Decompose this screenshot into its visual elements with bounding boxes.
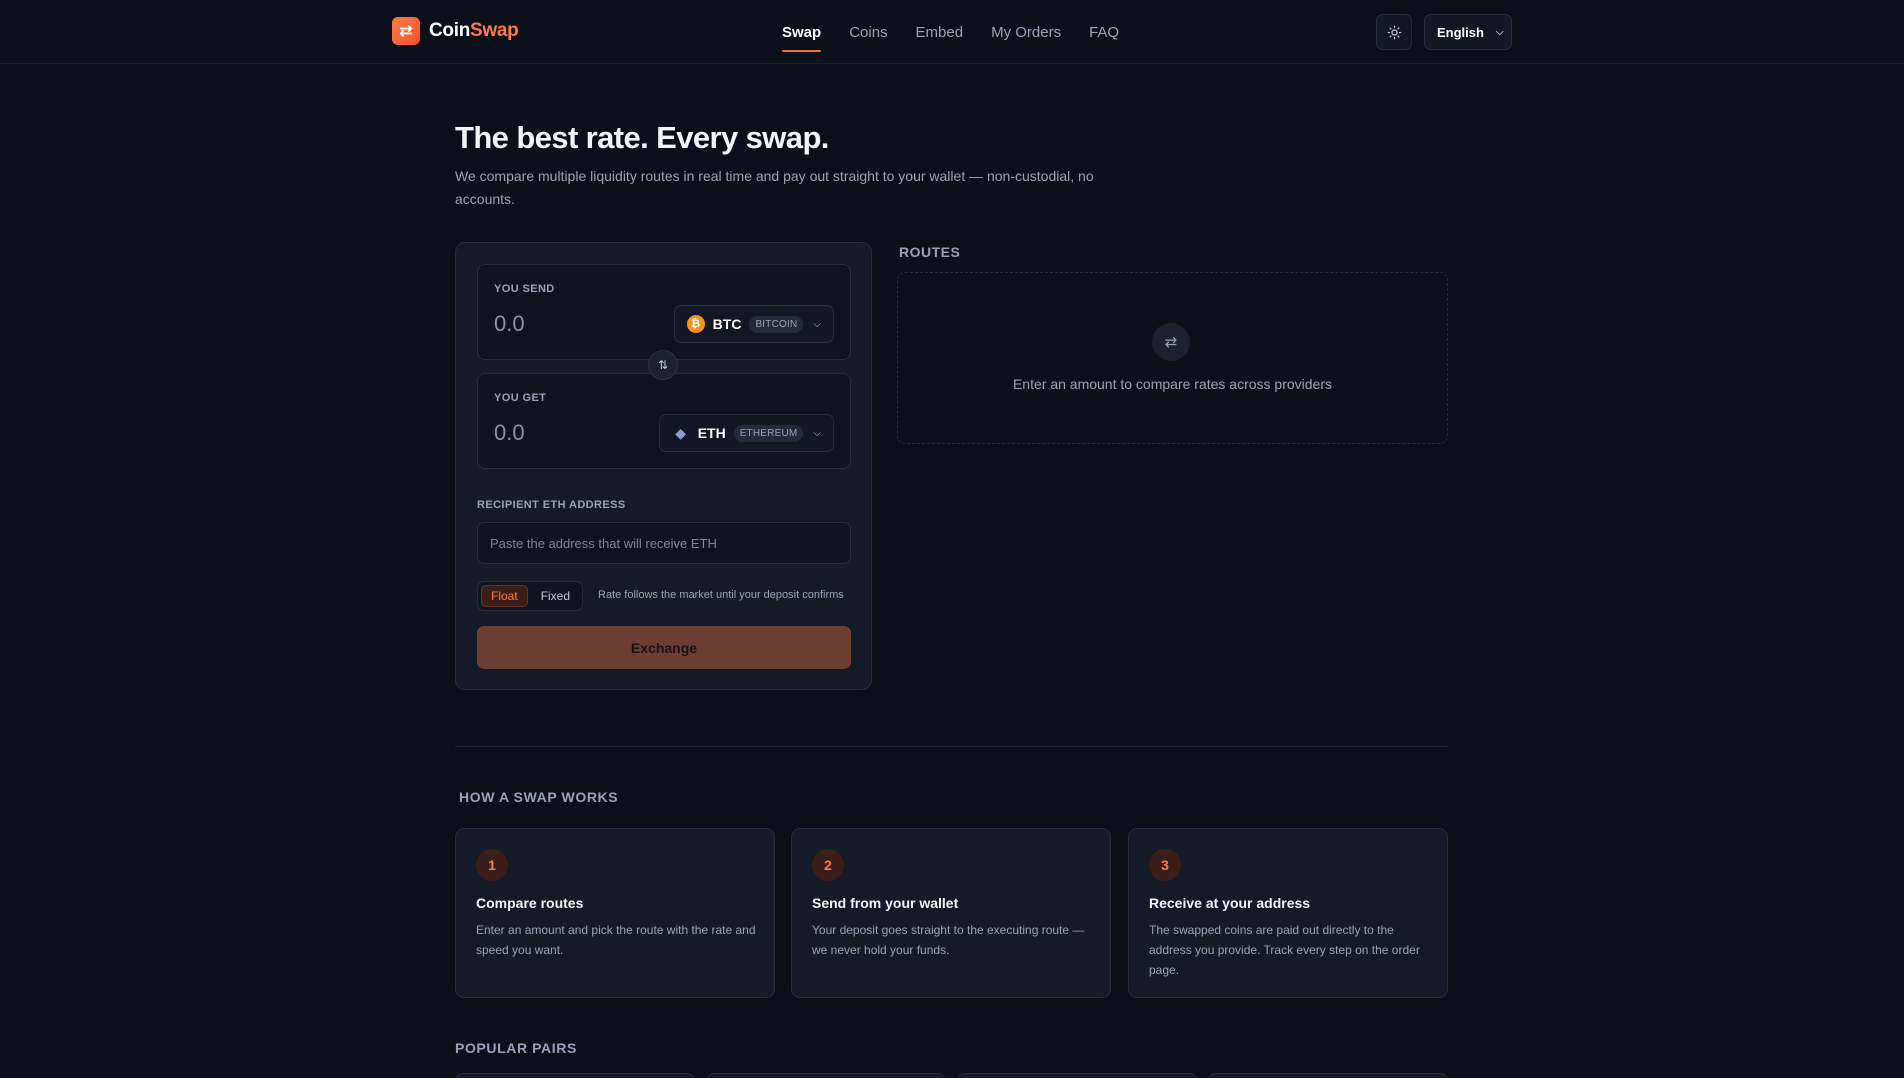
chevron-down-icon: ⌵	[1495, 26, 1504, 38]
pair-card[interactable]	[957, 1073, 1197, 1078]
logo[interactable]: ⇄ CoinSwap	[392, 17, 519, 45]
theme-toggle-button[interactable]	[1376, 14, 1412, 50]
swap-arrows-icon: ⇄	[1152, 323, 1190, 361]
top-bar: ⇄ CoinSwap Swap Coins Embed My Orders FA…	[0, 0, 1904, 64]
popular-pairs-title: POPULAR PAIRS	[455, 1040, 577, 1056]
step-title: Compare routes	[476, 895, 584, 911]
language-label: English	[1437, 24, 1484, 40]
step-card: 3 Receive at your address The swapped co…	[1128, 828, 1448, 998]
step-number: 3	[1149, 849, 1181, 881]
bitcoin-icon: ₿	[686, 315, 705, 333]
language-select[interactable]: English ⌵	[1424, 14, 1512, 50]
step-card: 1 Compare routes Enter an amount and pic…	[455, 828, 775, 998]
send-label: YOU SEND	[494, 283, 555, 295]
exchange-button[interactable]: Exchange	[477, 626, 851, 669]
nav-faq[interactable]: FAQ	[1089, 0, 1119, 64]
pair-card[interactable]	[455, 1073, 695, 1078]
step-title: Send from your wallet	[812, 895, 959, 911]
pair-card[interactable]	[1208, 1073, 1448, 1078]
routes-empty-text: Enter an amount to compare rates across …	[1012, 376, 1333, 392]
step-number: 2	[812, 849, 844, 881]
nav-my-orders[interactable]: My Orders	[991, 0, 1061, 64]
swap-arrows-icon: ⇄	[392, 17, 420, 45]
send-amount-input[interactable]: 0.0	[494, 311, 525, 337]
ethereum-icon: ◆	[675, 424, 687, 441]
nav-swap[interactable]: Swap	[782, 0, 822, 64]
nav-coins[interactable]: Coins	[849, 0, 887, 64]
how-it-works-title: HOW A SWAP WORKS	[459, 789, 619, 805]
chevron-down-icon: ⌵	[813, 427, 821, 439]
step-number: 1	[476, 849, 508, 881]
page-title: The best rate. Every swap.	[455, 120, 829, 155]
rate-note: Rate follows the market until your depos…	[598, 589, 844, 601]
routes-panel: ⇄ Enter an amount to compare rates acros…	[897, 272, 1448, 444]
rate-type-toggle: Float Fixed	[477, 581, 584, 611]
flip-direction-button[interactable]: ⇅	[648, 350, 678, 380]
rate-float-option[interactable]: Float	[481, 585, 528, 607]
get-coin-select[interactable]: ◆ ETH ETHEREUM ⌵	[658, 414, 834, 452]
flip-arrows-icon: ⇅	[657, 358, 669, 372]
get-amount-output: 0.0	[494, 420, 525, 445]
routes-title: ROUTES	[899, 244, 961, 260]
recipient-address-input[interactable]	[477, 522, 851, 564]
step-title: Receive at your address	[1149, 895, 1311, 911]
recipient-label: RECIPIENT ETH ADDRESS	[477, 499, 626, 511]
send-coin-network: BITCOIN	[749, 315, 804, 333]
chevron-down-icon: ⌵	[813, 318, 821, 330]
section-divider	[455, 746, 1448, 747]
send-coin-select[interactable]: ₿ BTC BITCOIN ⌵	[673, 305, 834, 343]
get-coin-network: ETHEREUM	[733, 424, 804, 442]
step-description: Your deposit goes straight to the execut…	[812, 923, 1085, 957]
step-description: Enter an amount and pick the route with …	[476, 923, 756, 957]
rate-fixed-option[interactable]: Fixed	[532, 585, 579, 607]
get-box: YOU GET 0.0 ◆ ETH ETHEREUM ⌵	[477, 373, 851, 469]
nav-embed[interactable]: Embed	[916, 0, 964, 64]
step-description: The swapped coins are paid out directly …	[1149, 923, 1420, 977]
page-subtitle: We compare multiple liquidity routes in …	[455, 168, 1094, 207]
main-nav: Swap Coins Embed My Orders FAQ	[782, 0, 1119, 64]
swap-card: YOU SEND 0.0 ₿ BTC BITCOIN ⌵ ⇅ YOU GET 0…	[455, 242, 872, 690]
get-coin-ticker: ETH	[697, 425, 726, 441]
get-label: YOU GET	[494, 392, 547, 404]
brand-name: CoinSwap	[429, 20, 519, 41]
sun-icon	[1387, 25, 1401, 39]
step-card: 2 Send from your wallet Your deposit goe…	[791, 828, 1111, 998]
send-box: YOU SEND 0.0 ₿ BTC BITCOIN ⌵	[477, 264, 851, 360]
send-coin-ticker: BTC	[712, 316, 742, 332]
pair-card[interactable]	[706, 1073, 946, 1078]
